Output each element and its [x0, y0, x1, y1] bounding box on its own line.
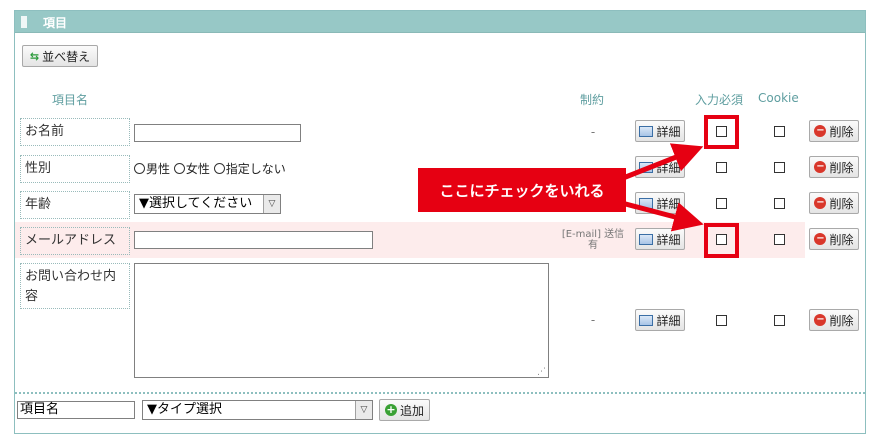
arrow-up-right	[617, 143, 704, 183]
new-item-name-input[interactable]: 項目名	[17, 401, 135, 419]
add-icon: +	[384, 403, 397, 416]
add-button-label: 追加	[399, 403, 424, 418]
callout-arrows	[617, 143, 704, 232]
new-item-type-select[interactable]: ▼タイプ選択 ▽	[142, 400, 373, 420]
arrow-down-right	[617, 199, 704, 232]
footer-divider	[15, 392, 865, 394]
add-button[interactable]: + 追加	[379, 399, 430, 421]
chevron-down-icon: ▽	[355, 401, 372, 419]
callout-label: ここにチェックをいれる	[418, 168, 626, 212]
type-select-value: ▼タイプ選択	[147, 402, 222, 417]
